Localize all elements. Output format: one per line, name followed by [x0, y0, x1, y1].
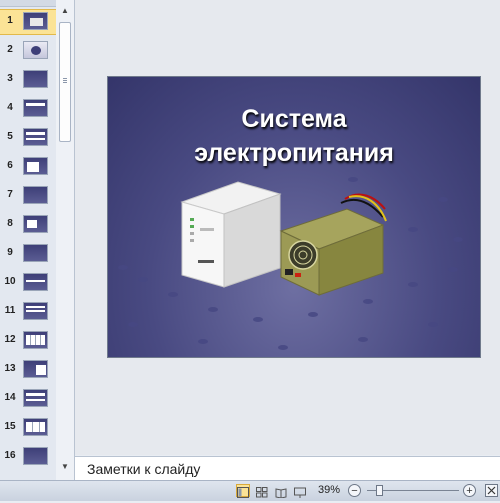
slide-preview	[23, 41, 48, 59]
slide-title-line-2[interactable]: электропитания	[108, 139, 480, 168]
slide-thumbnail-13[interactable]: 13	[0, 358, 56, 382]
normal-view-icon[interactable]	[236, 484, 250, 498]
notes-placeholder[interactable]: Заметки к слайду	[87, 461, 200, 477]
slide-preview	[23, 70, 48, 88]
slide-number: 16	[4, 450, 16, 461]
slide-preview	[23, 215, 48, 233]
slide-preview	[23, 128, 48, 146]
slide-number: 8	[7, 218, 13, 229]
slide-thumbnail-4[interactable]: 4	[0, 97, 56, 121]
scrollbar-thumb[interactable]	[59, 22, 71, 142]
slide-canvas[interactable]: Система электропитания	[107, 76, 481, 358]
scroll-up-arrow-icon[interactable]: ▲	[58, 4, 72, 18]
slide-number: 13	[4, 363, 16, 374]
slide-thumbnail-15[interactable]: 15	[0, 416, 56, 440]
slide-preview	[23, 12, 48, 30]
slide-number: 1	[7, 15, 13, 26]
ups-device-image[interactable]	[178, 172, 283, 290]
zoom-out-button[interactable]: −	[348, 484, 361, 497]
slide-thumbnail-8[interactable]: 8	[0, 213, 56, 237]
slide-thumbnail-5[interactable]: 5	[0, 126, 56, 150]
status-bar: 39% − +	[0, 480, 500, 501]
slide-number: 2	[7, 44, 13, 55]
notes-pane[interactable]: Заметки к слайду	[75, 456, 500, 481]
thumbnails-scrollbar[interactable]: ▲	[56, 0, 75, 480]
slide-preview	[23, 186, 48, 204]
slide-number: 6	[7, 160, 13, 171]
slide-number: 3	[7, 73, 13, 84]
slide-number: 12	[4, 334, 16, 345]
slide-sorter-view-icon[interactable]	[255, 484, 269, 498]
slide-thumbnail-14[interactable]: 14	[0, 387, 56, 411]
slide-thumbnail-7[interactable]: 7	[0, 184, 56, 208]
slide-number: 9	[7, 247, 13, 258]
slide-preview	[23, 447, 48, 465]
slide-preview	[23, 418, 48, 436]
slide-title-line-1[interactable]: Система	[108, 105, 480, 134]
zoom-in-button[interactable]: +	[463, 484, 476, 497]
slide-preview	[23, 360, 48, 378]
slide-preview	[23, 389, 48, 407]
slide-number: 7	[7, 189, 13, 200]
slide-number: 4	[7, 102, 13, 113]
power-supply-image[interactable]	[275, 189, 387, 297]
slide-thumbnails-pane: 1 2 3 4 5 6 7 8 9 10 11 12 13 14 15 16	[0, 0, 57, 480]
zoom-level[interactable]: 39%	[318, 484, 340, 496]
slide-number: 14	[4, 392, 16, 403]
slide-thumbnail-9[interactable]: 9	[0, 242, 56, 266]
slide-preview	[23, 99, 48, 117]
slide-preview	[23, 157, 48, 175]
slide-number: 5	[7, 131, 13, 142]
slide-thumbnail-3[interactable]: 3	[0, 68, 56, 92]
reading-view-icon[interactable]	[274, 484, 288, 499]
slide-number: 15	[4, 421, 16, 432]
thumbnails-tab-bar[interactable]	[0, 0, 56, 7]
slide-thumbnail-12[interactable]: 12	[0, 329, 56, 353]
slide-preview	[23, 244, 48, 262]
slide-thumbnail-1[interactable]: 1	[0, 9, 56, 35]
slide-preview	[23, 331, 48, 349]
slide-thumbnail-11[interactable]: 11	[0, 300, 56, 324]
slide-number: 11	[4, 305, 16, 316]
slide-thumbnail-10[interactable]: 10	[0, 271, 56, 295]
slide-thumbnail-2[interactable]: 2	[0, 39, 56, 63]
zoom-slider-thumb[interactable]	[376, 485, 383, 496]
scroll-down-arrow-icon[interactable]: ▼	[56, 462, 74, 476]
slide-preview	[23, 302, 48, 320]
slide-thumbnail-6[interactable]: 6	[0, 155, 56, 179]
slide-preview	[23, 273, 48, 291]
fit-to-window-icon[interactable]	[485, 484, 498, 497]
slide-number: 10	[4, 276, 16, 287]
slide-thumbnail-16[interactable]: 16	[0, 445, 56, 469]
slideshow-view-icon[interactable]	[293, 484, 307, 498]
